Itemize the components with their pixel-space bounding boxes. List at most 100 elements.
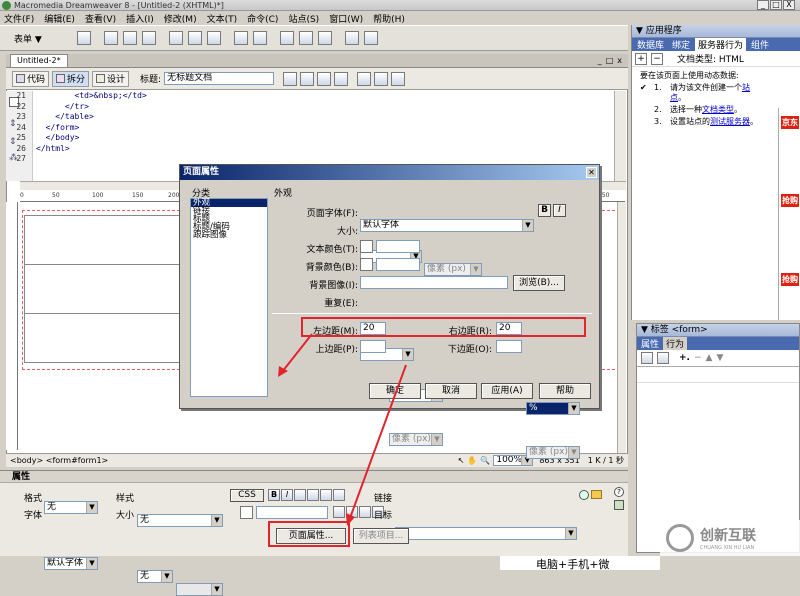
doc-close-button[interactable]: x [617, 56, 622, 65]
top-margin-field[interactable] [360, 340, 386, 353]
align-center-icon[interactable] [307, 489, 319, 501]
italic-icon[interactable]: I [281, 489, 293, 501]
bottom-margin-field[interactable] [496, 340, 522, 353]
size-unit-select[interactable]: ▼ [176, 583, 223, 596]
tag-panel-header[interactable]: ▼ 标签 <form> [637, 324, 799, 337]
textfield-icon[interactable] [103, 31, 118, 45]
remove-behavior-icon[interactable]: − [694, 353, 702, 363]
remove-icon[interactable]: − [651, 52, 663, 65]
split-view-button[interactable]: 拆分 [52, 70, 90, 87]
add-behavior-icon[interactable]: +. [679, 353, 690, 363]
ad-label[interactable]: 京东 [781, 116, 799, 129]
category-list[interactable]: 外观 链接 标题 标题/编码 跟踪图像 [190, 198, 268, 397]
insert-category-dropdown[interactable]: 表单 ▼ [14, 32, 42, 45]
quick-tag-editor-icon[interactable] [614, 500, 624, 510]
refresh-icon[interactable] [357, 71, 372, 86]
hidden-field-icon[interactable] [122, 31, 137, 45]
list-menu-icon[interactable] [233, 31, 248, 45]
text-color-picker[interactable] [360, 240, 373, 253]
text-color-field[interactable] [376, 240, 420, 253]
show-list-icon[interactable] [657, 352, 669, 364]
hand-tool-icon[interactable]: ✋ [467, 456, 477, 465]
bold-icon[interactable]: B [268, 489, 280, 501]
menu-item[interactable]: 文件(F) [4, 12, 34, 25]
doc-restore-button[interactable]: □ [606, 56, 614, 65]
align-right-icon[interactable] [320, 489, 332, 501]
move-down-icon[interactable]: ▼ [716, 353, 723, 363]
textarea-icon[interactable] [141, 31, 156, 45]
right-margin-unit[interactable]: % ▼ [526, 402, 580, 415]
cancel-button[interactable]: 取消 [425, 383, 477, 399]
tab-behaviors[interactable]: 行为 [663, 337, 688, 350]
validate-icon[interactable] [300, 71, 315, 86]
apply-button[interactable]: 应用(A) [481, 383, 533, 399]
design-scrollbar[interactable] [617, 202, 626, 453]
ad-label[interactable]: 抢购 [781, 194, 799, 207]
page-font-select[interactable]: 默认字体 ▼ [360, 219, 534, 232]
text-color-input[interactable] [256, 506, 328, 519]
bottom-margin-unit[interactable]: 像素 (px) ▼ [526, 446, 580, 459]
help-icon[interactable]: ? [614, 487, 624, 497]
menu-item[interactable]: 站点(S) [288, 12, 319, 25]
menu-item[interactable]: 修改(M) [164, 12, 197, 25]
fieldset-icon[interactable] [363, 31, 378, 45]
preview-browser-icon[interactable] [334, 71, 349, 86]
close-button[interactable]: X [783, 0, 795, 10]
list-item-button[interactable]: 列表项目... [353, 528, 409, 544]
tag-selector[interactable]: <body> <form#form1> [10, 456, 108, 465]
label-icon[interactable] [344, 31, 359, 45]
add-icon[interactable]: + [635, 52, 647, 65]
application-panel-header[interactable]: ▼ 应用程序 [632, 25, 800, 38]
app-tab[interactable]: 服务器行为 [695, 38, 747, 51]
move-up-icon[interactable]: ▲ [706, 353, 713, 363]
step-link[interactable]: 测试服务器 [710, 117, 750, 126]
select-tool-icon[interactable]: ↖ [458, 456, 465, 465]
align-left-icon[interactable] [294, 489, 306, 501]
jump-menu-icon[interactable] [252, 31, 267, 45]
browse-folder-icon[interactable] [591, 490, 602, 499]
menu-item[interactable]: 查看(V) [85, 12, 116, 25]
doc-minimize-button[interactable]: _ [598, 56, 602, 65]
menu-item[interactable]: 窗口(W) [329, 12, 363, 25]
button-icon[interactable] [317, 31, 332, 45]
menu-item[interactable]: 文本(T) [207, 12, 238, 25]
file-management-icon[interactable] [317, 71, 332, 86]
bg-color-field[interactable] [376, 258, 420, 271]
file-field-icon[interactable] [298, 31, 313, 45]
ad-label[interactable]: 抢购 [781, 273, 799, 286]
design-view-button[interactable]: 设计 [92, 70, 130, 87]
visual-aids-icon[interactable] [391, 71, 406, 86]
title-input[interactable]: 无标题文档 [164, 72, 275, 85]
font-select[interactable]: 默认字体 ▼ [44, 557, 98, 570]
italic-button[interactable]: I [553, 204, 566, 217]
help-button[interactable]: 帮助 [539, 383, 591, 399]
radio-icon[interactable] [187, 31, 202, 45]
style-select[interactable]: 无 ▼ [137, 514, 223, 527]
size-select[interactable]: 无 ▼ [137, 570, 173, 583]
link-input[interactable]: ▼ [395, 527, 577, 540]
format-select[interactable]: 无 ▼ [44, 501, 98, 514]
code-scrollbar[interactable] [614, 91, 626, 181]
code-view-button[interactable]: 代码 [12, 70, 50, 87]
app-tab[interactable]: 数据库 [634, 38, 667, 51]
view-options-icon[interactable] [374, 71, 389, 86]
text-color-swatch[interactable] [240, 506, 253, 519]
maximize-button[interactable]: □ [770, 0, 782, 10]
size-unit-dialog[interactable]: 像素 (px) ▼ [424, 263, 482, 276]
menu-item[interactable]: 命令(C) [247, 12, 278, 25]
properties-header[interactable]: 属性 [0, 471, 628, 483]
image-field-icon[interactable] [279, 31, 294, 45]
browser-check-icon[interactable] [283, 71, 298, 86]
bg-image-field[interactable] [360, 276, 508, 289]
document-tab[interactable]: Untitled-2* [10, 54, 68, 67]
radio-group-icon[interactable] [206, 31, 221, 45]
step-link[interactable]: 文档类型 [702, 105, 734, 114]
browse-button[interactable]: 浏览(B)... [513, 275, 565, 291]
dialog-close-icon[interactable]: ✕ [586, 167, 597, 178]
minimize-button[interactable]: _ [757, 0, 769, 10]
menu-item[interactable]: 编辑(E) [44, 12, 75, 25]
css-button[interactable]: CSS [230, 489, 264, 502]
menu-item[interactable]: 帮助(H) [373, 12, 405, 25]
zoom-tool-icon[interactable]: 🔍 [480, 456, 490, 465]
bg-color-picker[interactable] [360, 258, 373, 271]
